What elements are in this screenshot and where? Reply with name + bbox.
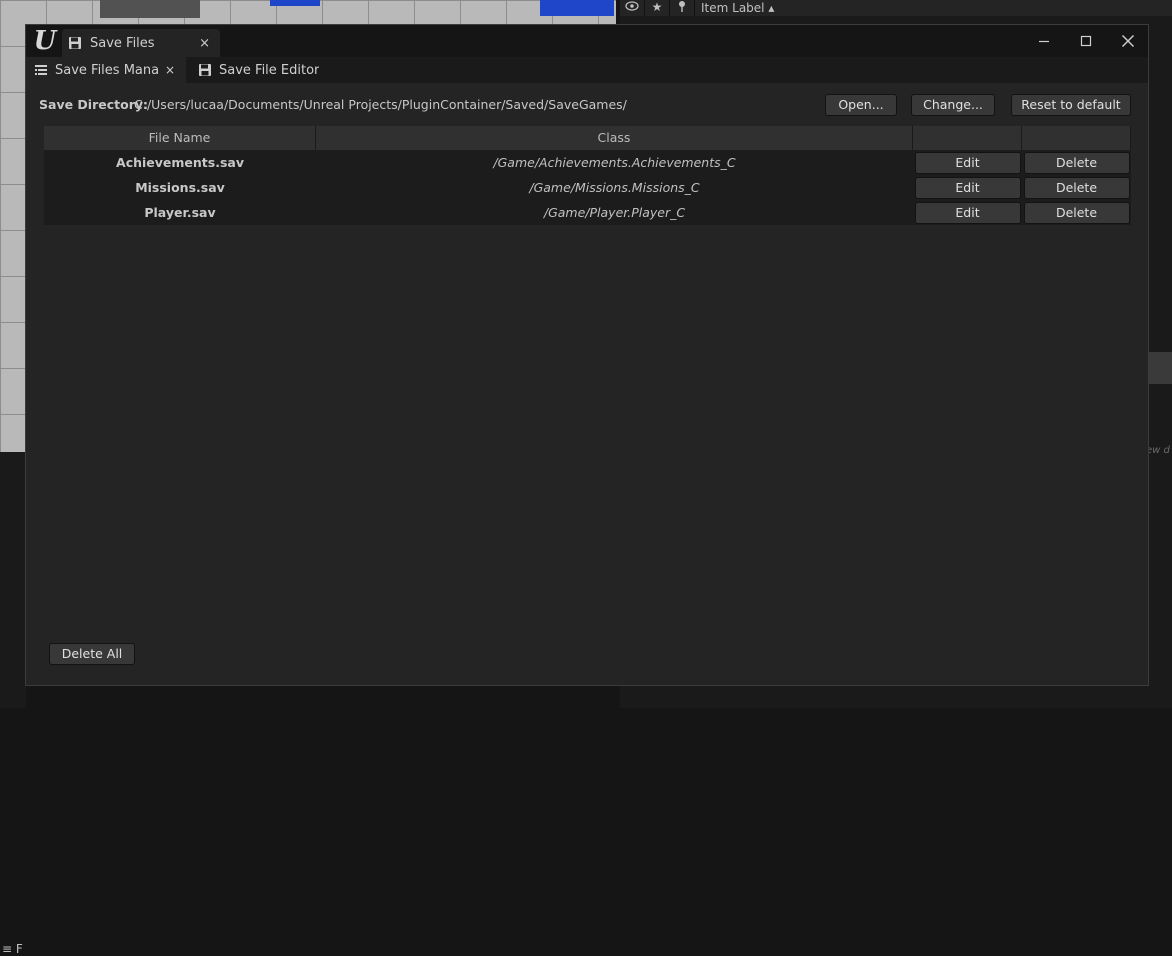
reset-to-default-button[interactable]: Reset to default: [1011, 94, 1131, 116]
table-body: Achievements.sav /Game/Achievements.Achi…: [44, 150, 1131, 225]
window-titlebar[interactable]: U Save Files ×: [26, 25, 1148, 57]
save-directory-row: Save Directory: C:/Users/lucaa/Documents…: [39, 94, 1137, 116]
outliner-scroll-strip[interactable]: [1148, 352, 1172, 384]
sort-ascending-icon: ▴: [768, 1, 775, 15]
subtab-bar: Save Files Mana... × Save File Editor: [26, 57, 1148, 83]
column-header-edit: [913, 126, 1022, 150]
close-tab-icon[interactable]: ×: [165, 63, 175, 77]
file-name-cell: Player.sav: [144, 205, 216, 220]
edit-button[interactable]: Edit: [914, 201, 1021, 224]
column-header-class[interactable]: Class: [316, 126, 913, 150]
list-icon: [35, 65, 47, 75]
eye-icon[interactable]: [620, 0, 645, 16]
save-directory-label: Save Directory:: [39, 97, 149, 112]
outliner-header: ★ Item Label ▴: [620, 0, 1172, 16]
edit-button[interactable]: Edit: [914, 176, 1021, 199]
class-cell: /Game/Achievements.Achievements_C: [493, 155, 736, 170]
save-files-table: File Name Class Achievements.sav /Game/A…: [44, 126, 1131, 225]
file-name-cell: Achievements.sav: [116, 155, 244, 170]
pin-icon[interactable]: [670, 0, 695, 16]
delete-all-button[interactable]: Delete All: [49, 643, 135, 665]
tab-save-files-manager[interactable]: Save Files Mana... ×: [26, 57, 186, 83]
save-files-window: U Save Files × Save Files Mana × Save Fi…: [25, 24, 1149, 686]
table-row[interactable]: Player.sav /Game/Player.Player_C Edit De…: [44, 200, 1131, 225]
viewport-mesh: [100, 0, 200, 18]
table-header: File Name Class: [44, 126, 1131, 150]
close-tab-icon[interactable]: ×: [199, 36, 210, 51]
column-header-file-name[interactable]: File Name: [44, 126, 316, 150]
delete-button[interactable]: Delete: [1023, 151, 1130, 174]
file-name-cell: Missions.sav: [135, 180, 225, 195]
filter-icon[interactable]: ≡ F: [2, 942, 23, 956]
outliner-item-label-header[interactable]: Item Label ▴: [695, 1, 774, 15]
column-header-delete: [1022, 126, 1131, 150]
save-disk-icon: [69, 37, 81, 49]
class-cell: /Game/Player.Player_C: [543, 205, 686, 220]
minimize-icon[interactable]: [1024, 25, 1064, 57]
subtab-label: Save Files Mana...: [55, 62, 159, 78]
title-tab-label: Save Files: [90, 35, 155, 51]
content-browser-panel: ≡ F: [0, 452, 26, 956]
star-icon[interactable]: ★: [645, 0, 670, 16]
subtab-label: Save File Editor: [219, 62, 320, 78]
close-icon[interactable]: [1108, 25, 1148, 57]
title-tab-save-files[interactable]: Save Files ×: [62, 29, 220, 57]
delete-button[interactable]: Delete: [1023, 201, 1130, 224]
maximize-icon[interactable]: [1066, 25, 1106, 57]
table-row[interactable]: Achievements.sav /Game/Achievements.Achi…: [44, 150, 1131, 175]
table-row[interactable]: Missions.sav /Game/Missions.Missions_C E…: [44, 175, 1131, 200]
outliner-hint-text: ew d: [1146, 445, 1170, 456]
tab-save-file-editor[interactable]: Save File Editor: [190, 57, 350, 83]
delete-button[interactable]: Delete: [1023, 176, 1130, 199]
save-directory-path: C:/Users/lucaa/Documents/Unreal Projects…: [134, 97, 627, 112]
viewport-mesh-blue: [270, 0, 320, 6]
save-disk-icon: [199, 64, 211, 76]
viewport-mesh-blue: [540, 0, 614, 16]
class-cell: /Game/Missions.Missions_C: [529, 180, 700, 195]
filter-label: F: [15, 942, 23, 956]
edit-button[interactable]: Edit: [914, 151, 1021, 174]
unreal-logo-icon: U: [33, 26, 57, 56]
item-label-text: Item Label: [701, 1, 765, 15]
open-button[interactable]: Open...: [825, 94, 897, 116]
change-button[interactable]: Change...: [911, 94, 995, 116]
